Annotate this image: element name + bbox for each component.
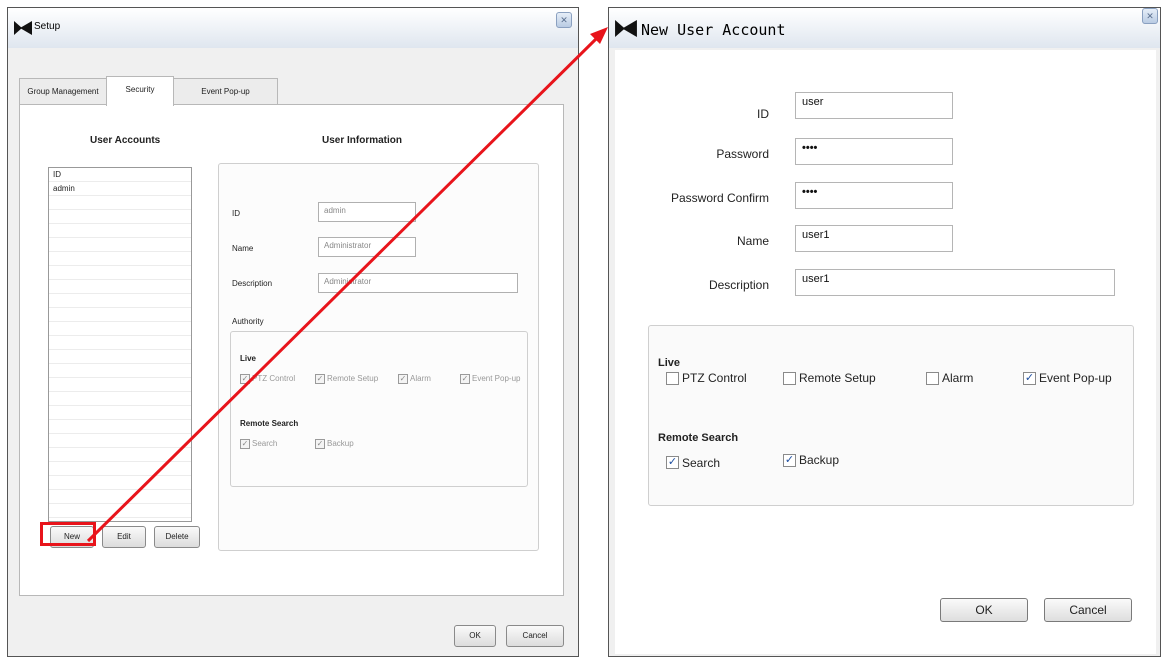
tab-group-management[interactable]: Group Management: [19, 78, 107, 104]
list-column-header: ID: [53, 170, 61, 179]
arrow-logo-icon: [615, 20, 637, 37]
new-user-title: New User Account: [641, 21, 786, 39]
user-accounts-header: User Accounts: [90, 135, 161, 146]
authority-group: [648, 325, 1134, 506]
authority-label: Authority: [232, 317, 264, 326]
live-label: Live: [658, 357, 681, 369]
ok-button[interactable]: OK: [454, 625, 496, 647]
live-label: Live: [240, 354, 257, 363]
cancel-button[interactable]: Cancel: [506, 625, 564, 647]
password-confirm-label: Password Confirm: [670, 191, 769, 205]
remote-search-label: Remote Search: [658, 432, 739, 444]
ok-button[interactable]: OK: [940, 598, 1028, 622]
remote-setup-label: Remote Setup: [799, 371, 876, 385]
id-field[interactable]: user: [795, 92, 953, 119]
backup-checkbox[interactable]: [783, 454, 796, 467]
description-field[interactable]: Administrator: [318, 273, 518, 293]
new-button-highlight: [40, 522, 96, 546]
description-label: Description: [708, 278, 769, 292]
remote-setup-label: Remote Setup: [327, 374, 379, 383]
close-icon[interactable]: ✕: [1142, 8, 1158, 24]
event-popup-checkbox[interactable]: [460, 374, 470, 384]
setup-title: Setup: [34, 21, 61, 32]
new-user-dialog: New User Account ✕ ID user Password ••••…: [608, 7, 1161, 657]
event-popup-label: Event Pop-up: [1039, 371, 1112, 385]
name-field[interactable]: user1: [795, 225, 953, 252]
search-label: Search: [682, 456, 721, 470]
user-information-header: User Information: [322, 135, 403, 146]
alarm-checkbox[interactable]: [926, 372, 939, 385]
ptz-control-label: PTZ Control: [252, 374, 296, 383]
description-label: Description: [232, 279, 273, 288]
close-icon[interactable]: ✕: [556, 12, 572, 28]
backup-checkbox[interactable]: [315, 439, 325, 449]
new-user-titlebar: New User Account ✕: [609, 8, 1160, 48]
list-item[interactable]: admin: [53, 184, 75, 193]
remote-search-label: Remote Search: [240, 419, 299, 428]
cancel-button[interactable]: Cancel: [1044, 598, 1132, 622]
event-popup-label: Event Pop-up: [472, 374, 521, 383]
remote-setup-checkbox[interactable]: [315, 374, 325, 384]
id-field[interactable]: admin: [318, 202, 416, 222]
setup-window: Setup ✕ Group Management Security Event …: [7, 7, 579, 657]
setup-titlebar: Setup ✕: [8, 8, 578, 48]
user-accounts-list[interactable]: ID admin: [48, 167, 192, 522]
alarm-checkbox[interactable]: [398, 374, 408, 384]
alarm-label: Alarm: [410, 374, 431, 383]
authority-group: [230, 331, 528, 487]
password-confirm-field[interactable]: ••••: [795, 182, 953, 209]
new-user-content: ID user Password •••• Password Confirm •…: [615, 50, 1156, 654]
search-label: Search: [252, 439, 278, 448]
edit-button[interactable]: Edit: [102, 526, 146, 548]
remote-setup-checkbox[interactable]: [783, 372, 796, 385]
backup-label: Backup: [799, 453, 840, 467]
password-field[interactable]: ••••: [795, 138, 953, 165]
name-label: Name: [736, 234, 769, 248]
id-label: ID: [757, 107, 769, 121]
ptz-control-checkbox[interactable]: [666, 372, 679, 385]
name-label: Name: [232, 244, 254, 253]
backup-label: Backup: [327, 439, 354, 448]
search-checkbox[interactable]: [666, 456, 679, 469]
description-field[interactable]: user1: [795, 269, 1115, 296]
name-field[interactable]: Administrator: [318, 237, 416, 257]
red-arrow-head: [590, 27, 608, 44]
search-checkbox[interactable]: [240, 439, 250, 449]
tab-event-popup[interactable]: Event Pop-up: [173, 78, 278, 104]
ptz-control-label: PTZ Control: [682, 371, 747, 385]
delete-button[interactable]: Delete: [154, 526, 200, 548]
alarm-label: Alarm: [942, 371, 974, 385]
security-tab-panel: User Accounts User Information ID admin …: [19, 104, 564, 596]
password-label: Password: [716, 147, 769, 161]
id-label: ID: [232, 209, 240, 218]
event-popup-checkbox[interactable]: [1023, 372, 1036, 385]
tab-security[interactable]: Security: [106, 76, 174, 106]
arrow-logo-icon: [14, 21, 32, 35]
ptz-control-checkbox[interactable]: [240, 374, 250, 384]
